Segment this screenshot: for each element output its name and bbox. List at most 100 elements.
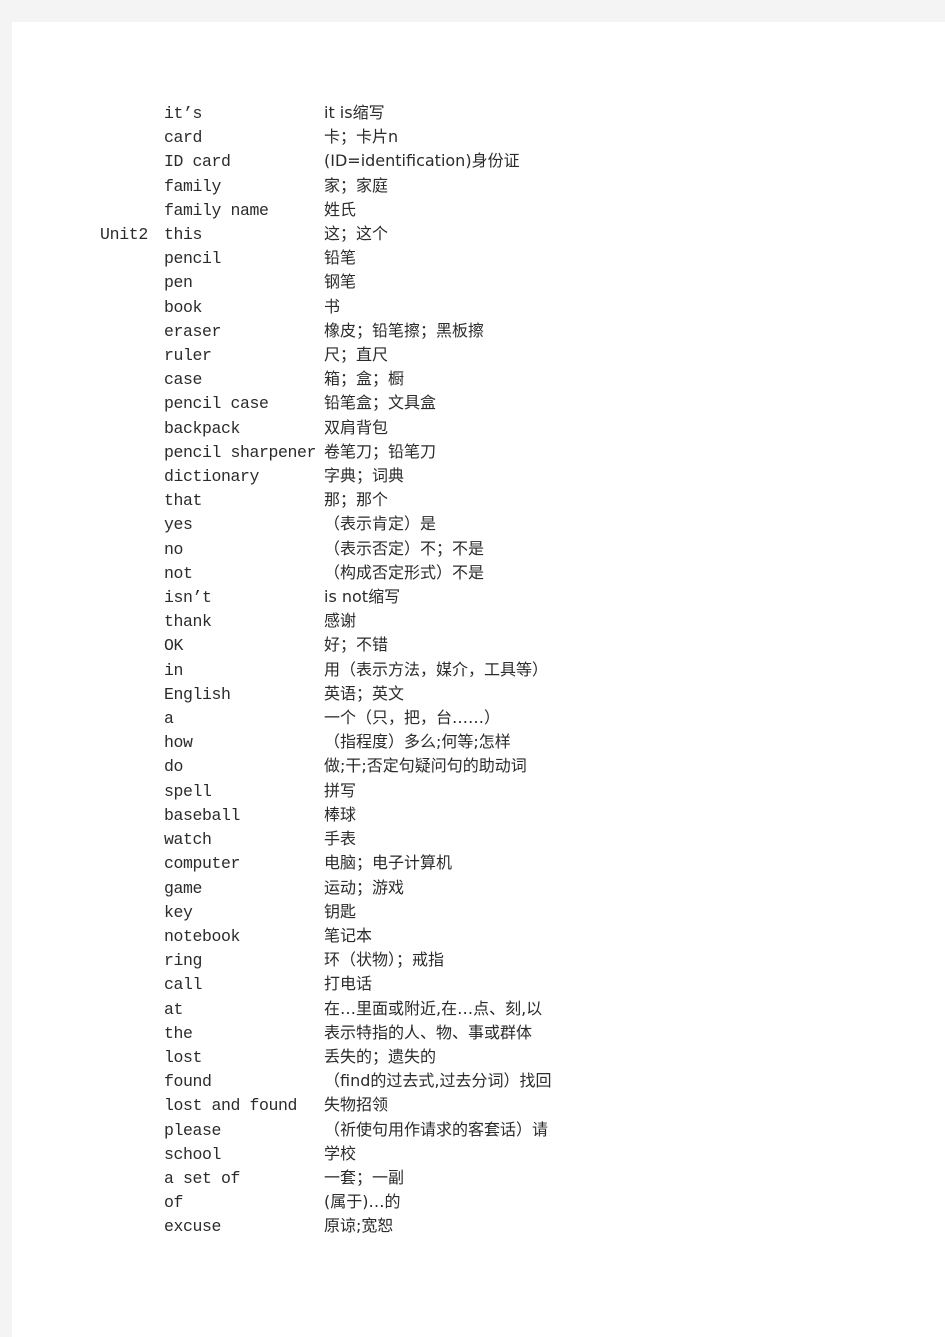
vocabulary-row: isn’t is not缩写 (100, 585, 720, 609)
vocabulary-meaning: 钥匙 (324, 901, 357, 921)
unit-label (100, 537, 164, 561)
vocabulary-meaning: 笔记本 (324, 925, 373, 945)
vocabulary-meaning: it is缩写 (324, 103, 385, 122)
vocabulary-meaning: 丢失的；遗失的 (324, 1046, 437, 1066)
vocabulary-meaning: 电脑；电子计算机 (324, 853, 453, 873)
vocabulary-row: call 打电话 (100, 972, 720, 996)
unit-label (100, 779, 164, 803)
vocabulary-word: dictionary (164, 467, 260, 487)
vocabulary-word: ID card (164, 152, 231, 172)
unit-label (100, 585, 164, 609)
vocabulary-row: school 学校 (100, 1142, 720, 1166)
vocabulary-row: ruler 尺；直尺 (100, 343, 720, 367)
unit-label (100, 343, 164, 367)
unit-label (100, 997, 164, 1021)
vocabulary-meaning: 在…里面或附近,在…点、刻,以 (324, 998, 543, 1018)
vocabulary-meaning: 表示特指的人、物、事或群体 (324, 1022, 533, 1042)
vocabulary-word: not (164, 563, 193, 583)
vocabulary-word: isn’t (164, 588, 212, 608)
vocabulary-row: lost 丢失的；遗失的 (100, 1045, 720, 1069)
vocabulary-word: school (164, 1144, 222, 1164)
document-page: it’s it is缩写 card 卡；卡片n ID card (ID=identific… (12, 22, 945, 1337)
vocabulary-meaning: 手表 (324, 829, 357, 849)
unit-label (100, 1166, 164, 1190)
unit-label (100, 391, 164, 415)
vocabulary-meaning: 铅笔盒；文具盒 (324, 393, 437, 413)
vocabulary-row: English 英语；英文 (100, 682, 720, 706)
unit-label: Unit2 (100, 225, 149, 245)
vocabulary-meaning: 学校 (324, 1143, 357, 1163)
vocabulary-word: spell (164, 781, 212, 801)
unit-label (100, 924, 164, 948)
vocabulary-word: card (164, 128, 203, 148)
unit-label (100, 1190, 164, 1214)
vocabulary-meaning: 用（表示方法，媒介，工具等） (324, 659, 549, 679)
vocabulary-meaning: 姓氏 (324, 199, 357, 219)
unit-label (100, 440, 164, 464)
vocabulary-word: lost and found (164, 1096, 298, 1116)
vocabulary-word: in (164, 660, 184, 680)
vocabulary-row: watch 手表 (100, 827, 720, 851)
vocabulary-word: pencil case (164, 394, 269, 414)
vocabulary-row: excuse 原谅;宽恕 (100, 1214, 720, 1238)
vocabulary-meaning: is not缩写 (324, 587, 401, 607)
vocabulary-word: key (164, 902, 193, 922)
vocabulary-word: family (164, 176, 222, 196)
unit-label (100, 1142, 164, 1166)
vocabulary-row: it’s it is缩写 (100, 101, 720, 125)
vocabulary-row: pencil 铅笔 (100, 246, 720, 270)
vocabulary-meaning: (属于)…的 (324, 1192, 401, 1212)
vocabulary-meaning: 一套；一副 (324, 1167, 405, 1187)
vocabulary-meaning: 感谢 (324, 611, 357, 631)
unit-label (100, 416, 164, 440)
vocabulary-word: no (164, 539, 184, 559)
unit-label (100, 174, 164, 198)
vocabulary-word: this (164, 225, 203, 245)
unit-label (100, 1118, 164, 1142)
vocabulary-row: of (属于)…的 (100, 1190, 720, 1214)
vocabulary-word: OK (164, 636, 184, 656)
vocabulary-row: not （构成否定形式）不是 (100, 561, 720, 585)
vocabulary-meaning: （指程度）多么;何等;怎样 (324, 732, 511, 752)
vocabulary-row: baseball 棒球 (100, 803, 720, 827)
vocabulary-meaning: 双肩背包 (324, 417, 389, 437)
unit-label (100, 706, 164, 730)
vocabulary-word: pencil sharpener (164, 442, 317, 462)
vocabulary-meaning: 家；家庭 (324, 175, 389, 195)
unit-label (100, 1021, 164, 1045)
vocabulary-row: computer 电脑；电子计算机 (100, 851, 720, 875)
unit-label (100, 754, 164, 778)
unit-label (100, 319, 164, 343)
vocabulary-meaning: 失物招领 (324, 1095, 389, 1115)
vocabulary-row: family name 姓氏 (100, 198, 720, 222)
vocabulary-meaning: 卡；卡片n (324, 127, 399, 147)
vocabulary-word: backpack (164, 418, 241, 438)
unit-label (100, 876, 164, 900)
vocabulary-row: Unit2 this 这；这个 (100, 222, 720, 246)
vocabulary-word: ring (164, 951, 203, 971)
vocabulary-word: ruler (164, 346, 212, 366)
vocabulary-row: eraser 橡皮；铅笔擦；黑板擦 (100, 319, 720, 343)
vocabulary-meaning: 字典；词典 (324, 466, 405, 486)
vocabulary-row: in 用（表示方法，媒介，工具等） (100, 658, 720, 682)
vocabulary-row: card 卡；卡片n (100, 125, 720, 149)
unit-label (100, 803, 164, 827)
vocabulary-word: how (164, 733, 193, 753)
vocabulary-meaning: 这；这个 (324, 224, 389, 244)
vocabulary-word: of (164, 1193, 184, 1213)
vocabulary-row: please （祈使句用作请求的客套话）请 (100, 1118, 720, 1142)
vocabulary-meaning: 拼写 (324, 780, 357, 800)
vocabulary-word: game (164, 878, 203, 898)
vocabulary-meaning: 箱；盒；橱 (324, 369, 405, 389)
vocabulary-meaning: 一个（只，把，台……） (324, 708, 501, 728)
vocabulary-word: found (164, 1072, 212, 1092)
vocabulary-meaning: 运动；游戏 (324, 877, 405, 897)
vocabulary-word: please (164, 1120, 222, 1140)
unit-label (100, 633, 164, 657)
vocabulary-word: English (164, 684, 231, 704)
vocabulary-word: lost (164, 1047, 203, 1067)
vocabulary-word: computer (164, 854, 241, 874)
vocabulary-word: it’s (164, 104, 203, 123)
vocabulary-word: pen (164, 273, 193, 293)
vocabulary-word: that (164, 491, 203, 511)
